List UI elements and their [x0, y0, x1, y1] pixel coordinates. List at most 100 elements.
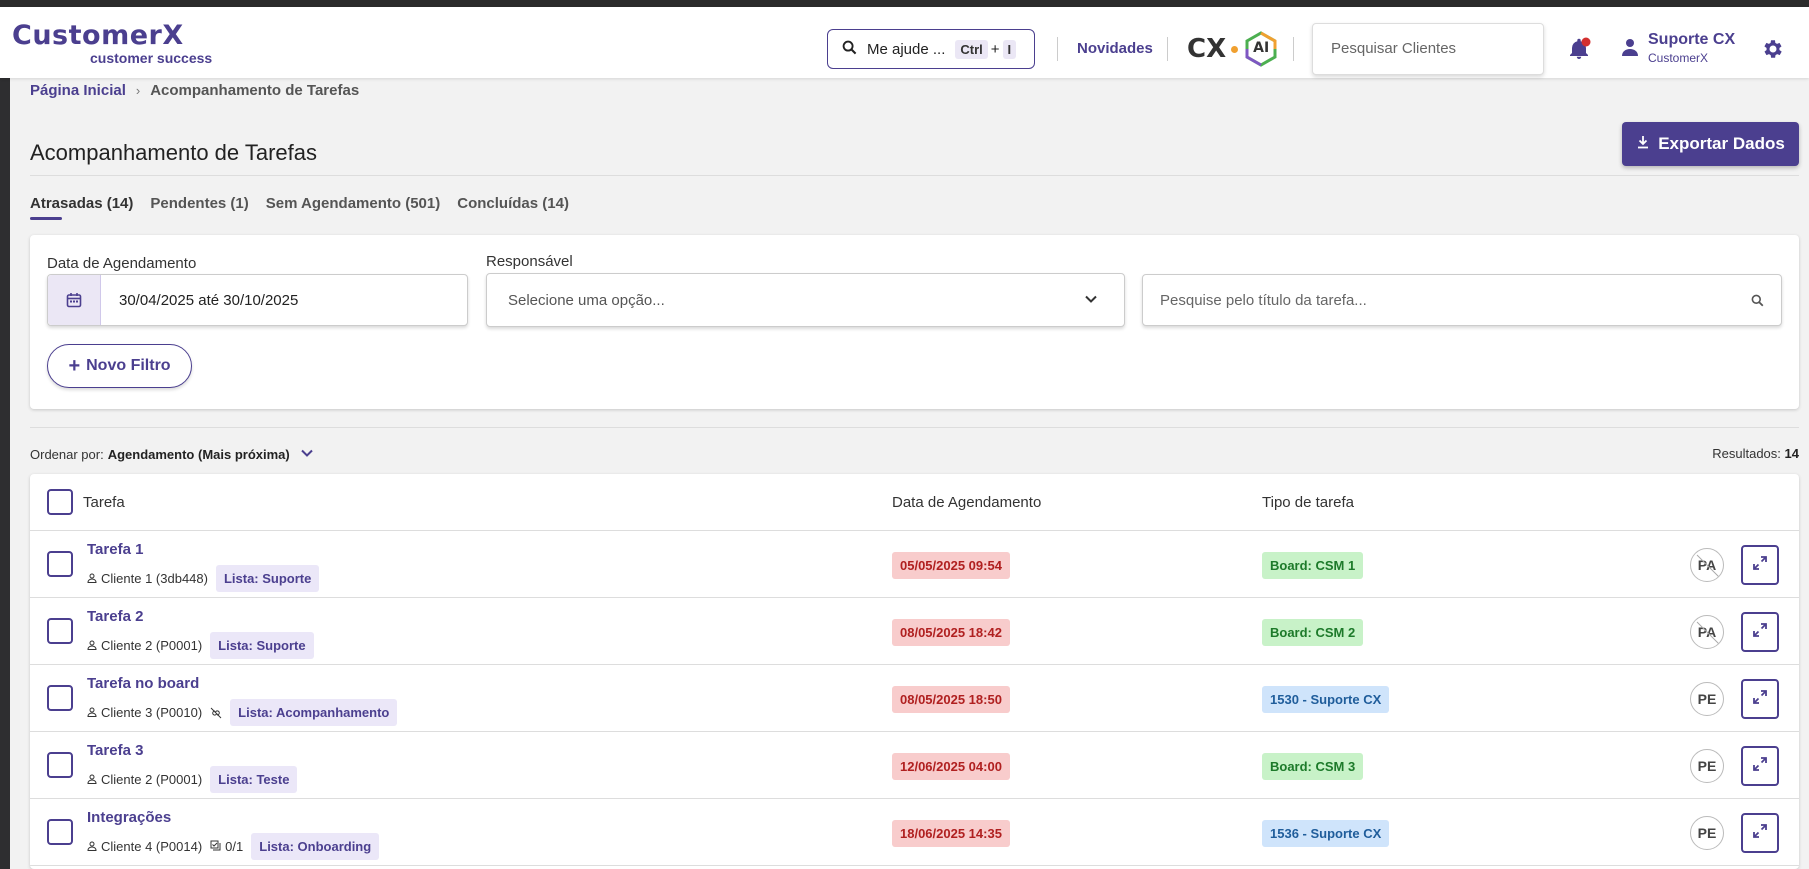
date-range-field[interactable]: 30/04/2025 até 30/10/2025	[47, 274, 468, 326]
news-link[interactable]: Novidades	[1077, 40, 1153, 57]
expand-icon	[1752, 622, 1768, 643]
task-type-chip: Board: CSM 3	[1262, 753, 1364, 780]
select-all-checkbox[interactable]	[47, 489, 73, 515]
user-company: CustomerX	[1648, 51, 1709, 65]
task-type-chip: 1530 - Suporte CX	[1262, 686, 1390, 713]
divider	[1293, 37, 1294, 61]
results-value: 14	[1784, 446, 1799, 461]
person-icon	[87, 571, 97, 586]
expand-button[interactable]	[1741, 813, 1779, 853]
task-name-link[interactable]: Tarefa no board	[87, 675, 199, 692]
task-type-chip: 1536 - Suporte CX	[1262, 820, 1390, 847]
sort-control[interactable]: Ordenar por: Agendamento (Mais próxima)	[30, 446, 314, 463]
bell-icon[interactable]	[1567, 37, 1591, 61]
table-row[interactable]: Tarefa no board Cliente 3 (P0010) Lista:…	[30, 665, 1799, 732]
logo[interactable]: CustomerX customer success	[12, 20, 227, 67]
task-meta: Cliente 1 (3db448) Lista: Suporte	[87, 565, 320, 592]
client-name[interactable]: Cliente 3 (P0010)	[101, 705, 202, 720]
chevron-down-icon	[1084, 292, 1098, 311]
avatar-initials: PE	[1697, 691, 1717, 707]
row-checkbox[interactable]	[47, 618, 73, 644]
client-name[interactable]: Cliente 2 (P0001)	[101, 772, 202, 787]
table-row[interactable]: Tarefa 1 Cliente 1 (3db448) Lista: Supor…	[30, 531, 1799, 598]
checklist-icon	[210, 839, 221, 854]
ai-hexagon-icon: AI	[1243, 31, 1279, 67]
expand-button[interactable]	[1741, 545, 1779, 585]
expand-button[interactable]	[1741, 679, 1779, 719]
breadcrumb-home[interactable]: Página Inicial	[30, 82, 126, 99]
expand-icon	[1752, 689, 1768, 710]
user-icon	[1620, 37, 1640, 62]
row-checkbox[interactable]	[47, 819, 73, 845]
kbd-key: I	[1002, 39, 1017, 59]
calendar-icon[interactable]	[48, 275, 101, 325]
sort-prefix: Ordenar por:	[30, 447, 104, 462]
task-name-link[interactable]: Tarefa 3	[87, 742, 143, 759]
client-name[interactable]: Cliente 2 (P0001)	[101, 638, 202, 653]
cx-ai-button[interactable]: CX AI	[1187, 31, 1279, 67]
table-row[interactable]: Integrações Cliente 4 (P0014) 0/1 Lista:…	[30, 799, 1799, 866]
kbd-plus: +	[990, 40, 1000, 58]
task-name-link[interactable]: Tarefa 1	[87, 541, 143, 558]
user-menu[interactable]: Suporte CX CustomerX	[1620, 31, 1735, 65]
row-checkbox[interactable]	[47, 551, 73, 577]
list-tag: Lista: Suporte	[210, 632, 314, 659]
header-date: Data de Agendamento	[892, 494, 1042, 511]
divider	[1057, 37, 1058, 61]
breadcrumb: Página Inicial › Acompanhamento de Taref…	[30, 82, 359, 99]
tasks-table: Tarefa Data de Agendamento Tipo de taref…	[30, 474, 1799, 869]
schedule-date-chip: 05/05/2025 09:54	[892, 552, 1010, 579]
export-data-button[interactable]: Exportar Dados	[1622, 122, 1799, 166]
tab-atrasadas[interactable]: Atrasadas (14)	[30, 195, 133, 220]
client-search-input[interactable]: Pesquisar Clientes	[1312, 23, 1544, 75]
row-checkbox[interactable]	[47, 752, 73, 778]
page-title: Acompanhamento de Tarefas	[30, 140, 317, 165]
unlink-icon	[210, 707, 222, 719]
results-prefix: Resultados:	[1712, 446, 1781, 461]
task-title-search-input[interactable]: Pesquise pelo título da tarefa...	[1142, 274, 1782, 326]
expand-button[interactable]	[1741, 746, 1779, 786]
task-meta: Cliente 3 (P0010) Lista: Acompanhamento	[87, 699, 398, 726]
tabs: Atrasadas (14) Pendentes (1) Sem Agendam…	[30, 195, 586, 220]
tab-concluidas[interactable]: Concluídas (14)	[457, 195, 569, 220]
expand-icon	[1752, 555, 1768, 576]
task-type-chip: Board: CSM 2	[1262, 619, 1364, 646]
assignee-avatar: PE	[1690, 749, 1724, 783]
task-title-search-placeholder: Pesquise pelo título da tarefa...	[1160, 292, 1367, 309]
breadcrumb-separator: ›	[135, 83, 141, 98]
dot-icon	[1231, 45, 1239, 53]
divider	[30, 175, 1799, 176]
tab-pendentes[interactable]: Pendentes (1)	[150, 195, 248, 220]
inactive-strike-icon	[1696, 554, 1720, 578]
ai-label: AI	[1253, 40, 1270, 56]
new-filter-button[interactable]: + Novo Filtro	[47, 344, 192, 388]
task-name-link[interactable]: Integrações	[87, 809, 171, 826]
row-checkbox[interactable]	[47, 685, 73, 711]
help-search-button[interactable]: Me ajude ... Ctrl + I	[827, 29, 1035, 69]
list-tag: Lista: Teste	[210, 766, 298, 793]
expand-button[interactable]	[1741, 612, 1779, 652]
tab-sem-agendamento[interactable]: Sem Agendamento (501)	[266, 195, 441, 220]
logo-main: CustomerX	[12, 20, 184, 51]
inactive-strike-icon	[1696, 621, 1720, 645]
task-name-link[interactable]: Tarefa 2	[87, 608, 143, 625]
responsible-filter-label: Responsável	[486, 253, 573, 270]
table-row[interactable]: Tarefa 2 Cliente 2 (P0001) Lista: Suport…	[30, 598, 1799, 665]
chevron-down-icon	[290, 446, 314, 463]
responsible-placeholder: Selecione uma opção...	[508, 292, 665, 309]
schedule-date-chip: 12/06/2025 04:00	[892, 753, 1010, 780]
plus-icon: +	[68, 354, 81, 377]
gear-icon[interactable]	[1761, 37, 1785, 61]
assignee-avatar: PE	[1690, 816, 1724, 850]
task-meta: Cliente 4 (P0014) 0/1 Lista: Onboarding	[87, 833, 380, 860]
logo-sub: customer success	[90, 50, 213, 66]
client-name[interactable]: Cliente 1 (3db448)	[101, 571, 208, 586]
responsible-select[interactable]: Selecione uma opção...	[486, 273, 1125, 327]
client-name[interactable]: Cliente 4 (P0014)	[101, 839, 202, 854]
left-edge-strip	[0, 78, 10, 869]
date-filter-label: Data de Agendamento	[47, 255, 197, 272]
person-icon	[87, 638, 97, 653]
table-row[interactable]: Tarefa 3 Cliente 2 (P0001) Lista: Teste …	[30, 732, 1799, 799]
results-count: Resultados: 14	[1712, 446, 1799, 461]
date-range-value: 30/04/2025 até 30/10/2025	[119, 292, 299, 309]
